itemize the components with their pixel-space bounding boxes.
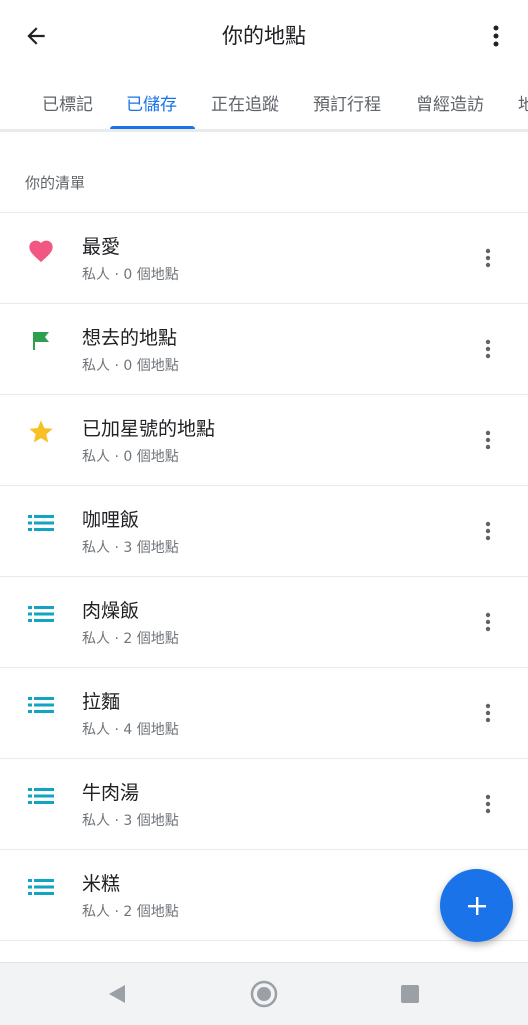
list-item-favorites[interactable]: 最愛 私人 · 0 個地點 [0, 213, 528, 304]
list-icon [26, 599, 56, 629]
flag-icon [26, 326, 56, 356]
list-item-beef-soup[interactable]: 牛肉湯 私人 · 3 個地點 [0, 759, 528, 850]
top-app-bar: 你的地點 [0, 0, 528, 70]
list-meta: 私人 · 3 個地點 [82, 813, 179, 829]
list-more-button[interactable] [476, 243, 500, 273]
saved-lists: 最愛 私人 · 0 個地點 想去的地點 私人 · 0 個地點 已加星號的地點 私… [0, 213, 528, 941]
tab-visited[interactable]: 曾經造訪 [416, 90, 484, 115]
circle-home-icon [250, 980, 278, 1008]
list-more-button[interactable] [476, 516, 500, 546]
list-meta: 私人 · 0 個地點 [82, 267, 179, 283]
list-name: 米糕 [82, 873, 121, 895]
page-title: 你的地點 [222, 24, 306, 48]
list-meta: 私人 · 3 個地點 [82, 540, 179, 556]
list-icon [26, 690, 56, 720]
list-more-button[interactable] [476, 607, 500, 637]
list-item-starred[interactable]: 已加星號的地點 私人 · 0 個地點 [0, 395, 528, 486]
nav-back-button[interactable] [103, 980, 131, 1008]
more-vert-icon [485, 521, 491, 541]
list-item-braised-pork-rice[interactable]: 肉燥飯 私人 · 2 個地點 [0, 577, 528, 668]
list-meta: 私人 · 2 個地點 [82, 631, 179, 647]
list-more-button[interactable] [476, 425, 500, 455]
tab-maps[interactable]: 地 [518, 90, 528, 115]
more-vert-icon [493, 25, 499, 47]
tab-following[interactable]: 正在追蹤 [211, 90, 279, 115]
list-meta: 私人 · 4 個地點 [82, 722, 179, 738]
active-tab-indicator [110, 126, 195, 129]
section-title: 你的清單 [25, 174, 86, 192]
tab-labeled[interactable]: 已標記 [42, 90, 93, 115]
list-name: 已加星號的地點 [82, 418, 216, 440]
list-more-button[interactable] [476, 789, 500, 819]
more-vert-icon [485, 612, 491, 632]
system-nav-bar [0, 962, 528, 1025]
list-name: 牛肉湯 [82, 782, 140, 804]
list-more-button[interactable] [476, 334, 500, 364]
list-name: 拉麵 [82, 691, 121, 713]
star-icon [26, 417, 56, 447]
list-meta: 私人 · 2 個地點 [82, 904, 179, 920]
more-vert-icon [485, 248, 491, 268]
list-item-ramen[interactable]: 拉麵 私人 · 4 個地點 [0, 668, 528, 759]
tab-bar: 已標記 已儲存 正在追蹤 預訂行程 曾經造訪 地 [0, 70, 528, 132]
heart-icon [26, 235, 56, 265]
list-name: 最愛 [82, 236, 121, 258]
list-item-curry-rice[interactable]: 咖哩飯 私人 · 3 個地點 [0, 486, 528, 577]
list-icon [26, 781, 56, 811]
list-icon [26, 872, 56, 902]
square-recents-icon [401, 985, 419, 1003]
list-name: 想去的地點 [82, 327, 178, 349]
add-list-button[interactable] [440, 869, 513, 942]
list-meta: 私人 · 0 個地點 [82, 358, 179, 374]
list-name: 肉燥飯 [82, 600, 140, 622]
more-options-button[interactable] [484, 18, 508, 54]
more-vert-icon [485, 794, 491, 814]
list-name: 咖哩飯 [82, 509, 140, 531]
more-vert-icon [485, 339, 491, 359]
tab-reservations[interactable]: 預訂行程 [313, 90, 381, 115]
nav-recents-button[interactable] [396, 980, 424, 1008]
list-item-want-to-go[interactable]: 想去的地點 私人 · 0 個地點 [0, 304, 528, 395]
list-meta: 私人 · 0 個地點 [82, 449, 179, 465]
tab-saved[interactable]: 已儲存 [126, 90, 177, 115]
list-icon [26, 508, 56, 538]
list-more-button[interactable] [476, 698, 500, 728]
triangle-back-icon [109, 985, 125, 1003]
more-vert-icon [485, 430, 491, 450]
add-icon [467, 896, 486, 915]
more-vert-icon [485, 703, 491, 723]
nav-home-button[interactable] [250, 980, 278, 1008]
